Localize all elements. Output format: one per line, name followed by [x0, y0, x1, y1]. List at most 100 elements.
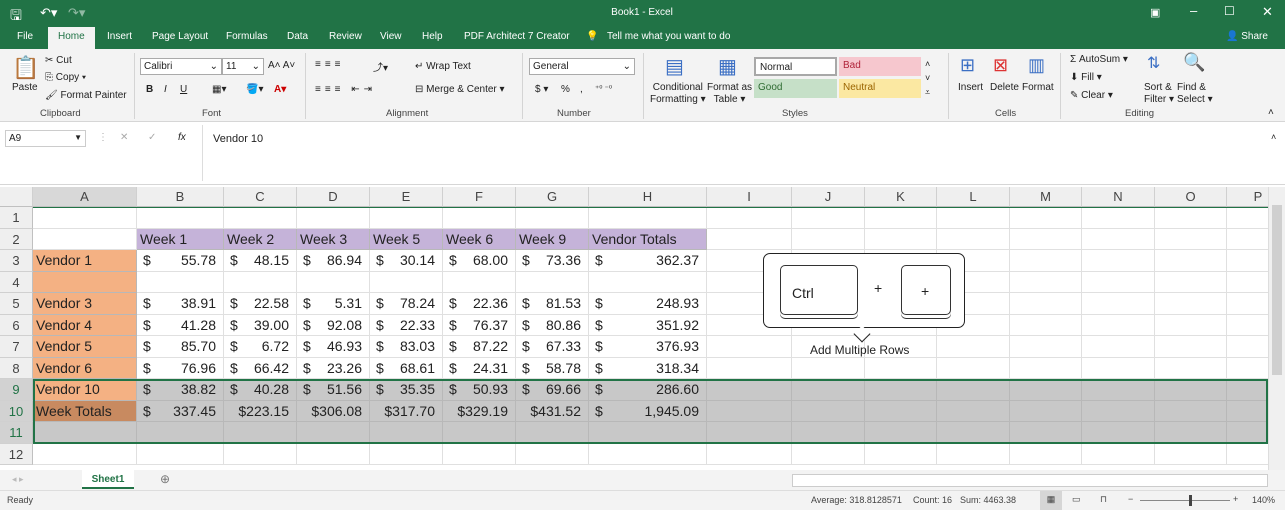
row-header-10[interactable]: 10 [0, 400, 33, 422]
tab-data[interactable]: Data [287, 31, 308, 42]
horizontal-scrollbar[interactable] [792, 474, 1268, 487]
column-header-p[interactable]: P [1227, 187, 1268, 207]
cell-I12[interactable] [707, 443, 792, 465]
currency-button[interactable]: $ ▾ [535, 84, 548, 95]
column-header-k[interactable]: K [865, 187, 937, 207]
format-painter-button[interactable]: 🖌 Format Painter [45, 90, 127, 101]
cell-N7[interactable] [1082, 336, 1155, 358]
undo-icon[interactable]: ↶▾ [40, 5, 57, 21]
zoom-slider[interactable] [1140, 500, 1230, 501]
row-header-7[interactable]: 7 [0, 336, 33, 358]
name-box[interactable]: A9 ▼ [5, 130, 86, 147]
cell-K11[interactable] [865, 422, 937, 444]
zoom-in-icon[interactable]: + [1233, 494, 1238, 504]
close-icon[interactable]: ✕ [1262, 4, 1273, 20]
orientation-icon[interactable]: ⤴▾ [373, 59, 388, 74]
cell-L11[interactable] [937, 422, 1010, 444]
cell-N3[interactable] [1082, 250, 1155, 272]
cell-D12[interactable] [297, 443, 370, 465]
cell-J9[interactable] [792, 379, 865, 401]
cell-O11[interactable] [1155, 422, 1227, 444]
cell-P2[interactable] [1227, 228, 1268, 250]
column-header-i[interactable]: I [707, 187, 792, 207]
comma-button[interactable]: , [580, 84, 583, 95]
cell-O9[interactable] [1155, 379, 1227, 401]
style-bad[interactable]: Bad [839, 57, 921, 76]
cell-I10[interactable] [707, 400, 792, 422]
cell-A1[interactable] [33, 207, 137, 229]
cell-I1[interactable] [707, 207, 792, 229]
fill-color-icon[interactable]: 🪣▾ [246, 84, 263, 95]
cell-K2[interactable] [865, 228, 937, 250]
grow-font-icon[interactable]: A˄ A˅ [268, 60, 295, 71]
cell-N8[interactable] [1082, 357, 1155, 379]
italic-button[interactable]: I [164, 84, 167, 95]
cell-P5[interactable] [1227, 293, 1268, 315]
cell-M6[interactable] [1010, 314, 1082, 336]
share-button[interactable]: 👤 Share [1226, 31, 1268, 42]
style-normal[interactable]: Normal [754, 57, 837, 76]
zoom-slider-thumb[interactable] [1189, 495, 1192, 506]
cell-O6[interactable] [1155, 314, 1227, 336]
bold-button[interactable]: B [146, 84, 153, 95]
column-header-c[interactable]: C [224, 187, 297, 207]
cell-L8[interactable] [937, 357, 1010, 379]
row-header-6[interactable]: 6 [0, 314, 33, 336]
cell-A12[interactable] [33, 443, 137, 465]
cell-J10[interactable] [792, 400, 865, 422]
row-header-4[interactable]: 4 [0, 271, 33, 293]
select-all-corner[interactable] [0, 187, 33, 207]
cell-H12[interactable] [589, 443, 707, 465]
cell-I8[interactable] [707, 357, 792, 379]
redo-icon[interactable]: ↷▾ [68, 5, 85, 21]
cell-C1[interactable] [224, 207, 297, 229]
normal-view-icon[interactable]: ▦ [1040, 491, 1062, 510]
cell-M3[interactable] [1010, 250, 1082, 272]
sort-filter-button[interactable]: Sort & Filter ▾ [1144, 82, 1174, 106]
cell-M5[interactable] [1010, 293, 1082, 315]
cell-J1[interactable] [792, 207, 865, 229]
ribbon-display-icon[interactable]: ▣ [1150, 6, 1160, 19]
style-good[interactable]: Good [754, 79, 837, 98]
row-header-5[interactable]: 5 [0, 293, 33, 315]
column-header-m[interactable]: M [1010, 187, 1082, 207]
cut-button[interactable]: ✂ Cut [45, 55, 72, 66]
cell-L7[interactable] [937, 336, 1010, 358]
format-as-table-icon[interactable]: ▦ [718, 54, 737, 79]
cell-I7[interactable] [707, 336, 792, 358]
insert-function-button[interactable]: fx [178, 132, 186, 143]
tab-formulas[interactable]: Formulas [226, 31, 268, 42]
cell-G11[interactable] [516, 422, 589, 444]
tab-home[interactable]: Home [48, 27, 95, 49]
cell-N1[interactable] [1082, 207, 1155, 229]
row-header-9[interactable]: 9 [0, 379, 33, 401]
cell-G4[interactable] [516, 271, 589, 293]
column-header-j[interactable]: J [792, 187, 865, 207]
cell-M1[interactable] [1010, 207, 1082, 229]
paste-icon[interactable]: 📋 [12, 55, 39, 81]
cell-P11[interactable] [1227, 422, 1268, 444]
cell-H4[interactable] [589, 271, 707, 293]
cell-A4[interactable] [33, 271, 137, 293]
cell-O7[interactable] [1155, 336, 1227, 358]
cell-K9[interactable] [865, 379, 937, 401]
cell-M2[interactable] [1010, 228, 1082, 250]
insert-cells-icon[interactable]: ⊞ [960, 55, 975, 76]
page-break-view-icon[interactable]: ⊓ [1100, 494, 1107, 505]
cell-K1[interactable] [865, 207, 937, 229]
cell-P4[interactable] [1227, 271, 1268, 293]
cell-O1[interactable] [1155, 207, 1227, 229]
cell-O4[interactable] [1155, 271, 1227, 293]
cell-E11[interactable] [370, 422, 443, 444]
cell-O5[interactable] [1155, 293, 1227, 315]
zoom-level[interactable]: 140% [1252, 495, 1275, 505]
percent-button[interactable]: % [561, 84, 570, 95]
font-color-icon[interactable]: A▾ [274, 84, 286, 95]
tab-review[interactable]: Review [329, 31, 362, 42]
column-header-l[interactable]: L [937, 187, 1010, 207]
cell-N2[interactable] [1082, 228, 1155, 250]
row-header-1[interactable]: 1 [0, 207, 33, 229]
tab-pdf-architect[interactable]: PDF Architect 7 Creator [464, 31, 570, 42]
tab-page-layout[interactable]: Page Layout [152, 31, 208, 42]
cell-P8[interactable] [1227, 357, 1268, 379]
